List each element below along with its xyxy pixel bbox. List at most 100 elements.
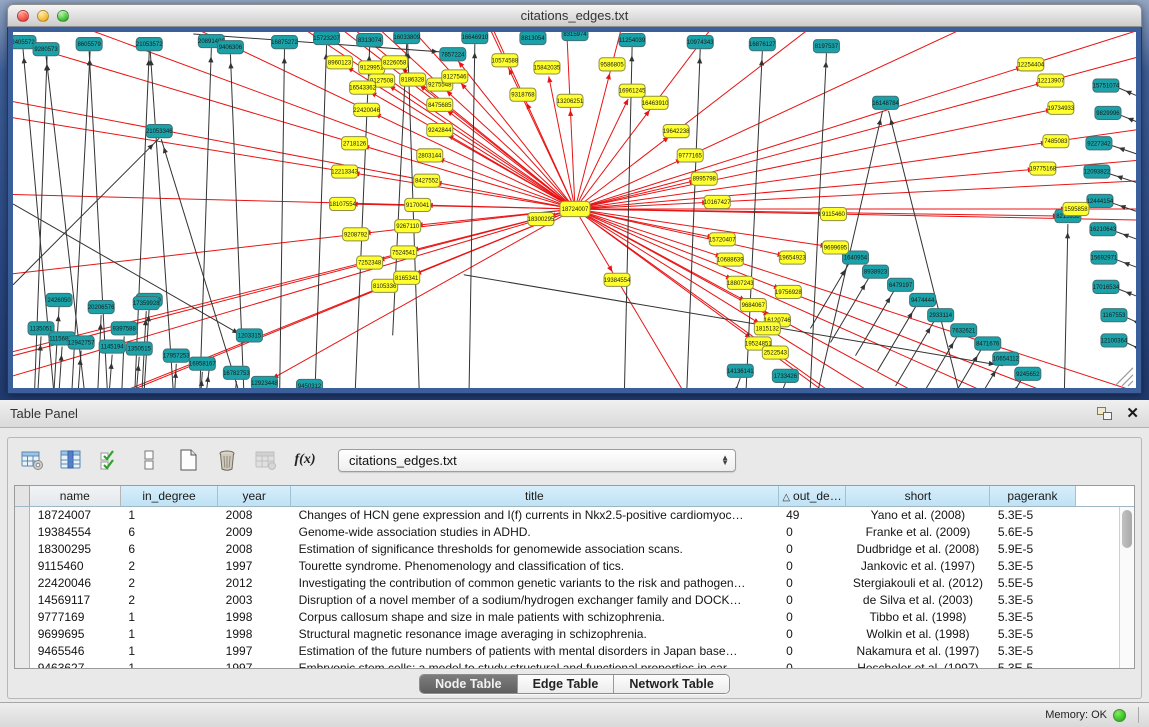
graph-node[interactable]: 14136141 <box>727 364 754 377</box>
graph-node[interactable]: 9474444 <box>910 293 936 306</box>
graph-node[interactable]: 9115460 <box>820 207 846 220</box>
resize-grip-icon[interactable] <box>1115 368 1133 386</box>
graph-node[interactable]: 12444154 <box>1087 194 1114 207</box>
graph-node[interactable]: 8313074 <box>357 34 383 47</box>
graph-node[interactable]: 1350515 <box>126 342 152 355</box>
select-column-icon[interactable] <box>59 448 83 472</box>
graph-node[interactable]: 10574588 <box>492 54 519 67</box>
table-row[interactable]: 1938455462009Genome-wide association stu… <box>15 523 1135 540</box>
graph-node[interactable]: 20206576 <box>88 301 115 314</box>
graph-node[interactable]: 2718126 <box>342 137 368 150</box>
table-row[interactable]: 977716911998Corpus callosum shape and si… <box>15 608 1135 625</box>
graph-node[interactable]: 2803144 <box>417 149 443 162</box>
graph-node[interactable]: 19775168 <box>1030 162 1057 175</box>
graph-node[interactable]: 12942757 <box>68 336 95 349</box>
table-scrollbar[interactable] <box>1119 507 1134 668</box>
graph-node[interactable]: 1815132 <box>754 322 780 335</box>
table-row[interactable]: 1456911722003Disruption of a novel membe… <box>15 591 1135 608</box>
graph-node[interactable]: 1145194 <box>99 340 125 353</box>
graph-node[interactable]: 9699695 <box>822 241 848 254</box>
graph-node[interactable]: 13206251 <box>557 94 584 107</box>
graph-node[interactable]: 9267110 <box>395 220 421 233</box>
graph-node[interactable]: 8813054 <box>520 32 546 45</box>
graph-node[interactable]: 16958167 <box>189 357 216 370</box>
graph-node[interactable]: 12923448 <box>251 376 278 388</box>
column-header-name[interactable]: name <box>29 486 120 506</box>
row-height-icon[interactable] <box>137 448 161 472</box>
graph-node[interactable]: 8471676 <box>975 337 1001 350</box>
graph-node[interactable]: 21053346 <box>146 125 173 138</box>
graph-node[interactable]: 8186328 <box>400 73 426 86</box>
table-row[interactable]: 946554611997Estimation of the future num… <box>15 642 1135 659</box>
graph-node[interactable]: 16033809 <box>393 32 420 44</box>
window-titlebar[interactable]: citations_edges.txt <box>7 4 1142 27</box>
minimize-window-button[interactable] <box>37 10 49 22</box>
select-all-check-icon[interactable] <box>98 448 122 472</box>
graph-node[interactable]: 19734933 <box>1048 101 1075 114</box>
tab-edge-table[interactable]: Edge Table <box>518 675 615 693</box>
graph-node[interactable]: 10974343 <box>687 36 714 49</box>
new-table-icon[interactable] <box>176 448 200 472</box>
tab-network-table[interactable]: Network Table <box>614 675 729 693</box>
float-panel-icon[interactable] <box>1097 407 1112 420</box>
graph-node[interactable]: 10688639 <box>717 253 744 266</box>
graph-node[interactable]: 15751074 <box>1093 79 1120 92</box>
graph-node[interactable]: 16210643 <box>1090 223 1117 236</box>
graph-node[interactable]: 17359928 <box>133 296 160 309</box>
graph-node[interactable]: 9684067 <box>740 298 766 311</box>
graph-node[interactable]: 16148784 <box>872 96 899 109</box>
graph-node[interactable]: 9406306 <box>217 41 243 54</box>
column-header-year[interactable]: year <box>218 486 291 506</box>
graph-node[interactable]: 12100364 <box>1101 334 1128 347</box>
graph-node[interactable]: 12213343 <box>331 165 358 178</box>
graph-node[interactable]: 17016534 <box>1093 280 1120 293</box>
graph-node[interactable]: 22420046 <box>353 103 380 116</box>
network-graph-canvas[interactable]: 2405572928057386055792105357220891406940… <box>13 32 1136 388</box>
table-row[interactable]: 969969511998Structural magnetic resonanc… <box>15 625 1135 642</box>
graph-node[interactable]: 9318768 <box>510 88 536 101</box>
graph-node[interactable]: 2426050 <box>46 293 72 306</box>
graph-node[interactable]: 10167427 <box>704 195 731 208</box>
graph-node[interactable]: 8475685 <box>427 98 453 111</box>
graph-node[interactable]: 15692971 <box>1091 251 1118 264</box>
table-row[interactable]: 1830029562008Estimation of significance … <box>15 540 1135 557</box>
import-table-icon-disabled[interactable] <box>254 448 278 472</box>
graph-node[interactable]: 7252348 <box>357 256 383 269</box>
graph-node[interactable]: 16875272 <box>271 36 298 49</box>
column-header-short[interactable]: short <box>846 486 990 506</box>
graph-node[interactable]: 16782753 <box>223 366 250 379</box>
graph-node[interactable]: 19642238 <box>663 125 690 138</box>
graph-node[interactable]: 12093822 <box>1084 165 1111 178</box>
graph-node[interactable]: 18807243 <box>727 276 754 289</box>
graph-node[interactable]: 8127546 <box>442 70 468 83</box>
graph-node[interactable]: 7857224 <box>440 48 466 61</box>
graph-node[interactable]: 19756928 <box>775 285 802 298</box>
table-row[interactable]: 946362711997Embryonic stem cells: a mode… <box>15 659 1135 669</box>
column-header-pagerank[interactable]: pagerank <box>990 486 1075 506</box>
column-header-in_degree[interactable]: in_degree <box>120 486 217 506</box>
table-row[interactable]: 911546021997Tourette syndrome. Phenomeno… <box>15 557 1135 574</box>
zoom-window-button[interactable] <box>57 10 69 22</box>
graph-node[interactable]: 12254404 <box>1017 58 1044 71</box>
delete-trash-icon[interactable] <box>215 448 239 472</box>
graph-node[interactable]: 19654923 <box>779 251 806 264</box>
graph-node[interactable]: 16961245 <box>619 84 646 97</box>
graph-node[interactable]: 8605579 <box>76 38 102 51</box>
close-window-button[interactable] <box>17 10 29 22</box>
graph-node[interactable]: 17957253 <box>163 349 190 362</box>
tab-node-table[interactable]: Node Table <box>420 675 517 693</box>
graph-node[interactable]: 12213907 <box>1038 74 1065 87</box>
graph-node[interactable]: 9586805 <box>599 58 625 71</box>
graph-node[interactable]: 9208792 <box>343 228 369 241</box>
graph-node[interactable]: 9397588 <box>111 322 137 335</box>
graph-node[interactable]: 9450312 <box>297 379 323 388</box>
column-header-out_degree[interactable]: △out_de… <box>778 486 846 506</box>
graph-node[interactable]: 21053572 <box>136 38 163 51</box>
graph-node[interactable]: 1595858 <box>1063 202 1089 215</box>
table-settings-icon[interactable] <box>20 448 44 472</box>
graph-node[interactable]: 7524541 <box>391 246 417 259</box>
table-row[interactable]: 1872400712008Changes of HCN gene express… <box>15 506 1135 523</box>
graph-node[interactable]: 8165341 <box>394 271 420 284</box>
graph-node[interactable]: 18300295 <box>528 213 555 226</box>
graph-node[interactable]: 9227342 <box>1086 137 1112 150</box>
